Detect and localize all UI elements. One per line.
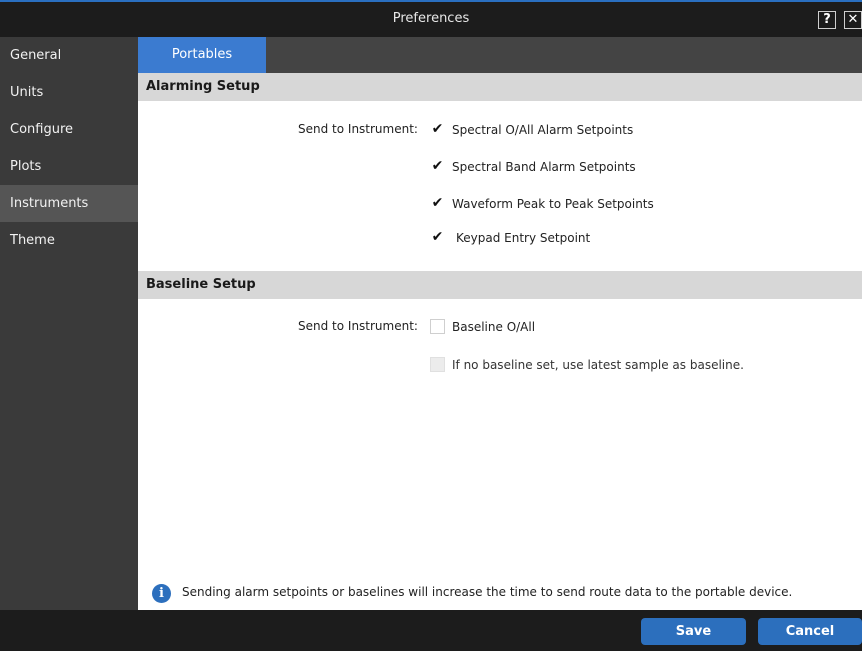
close-button[interactable]: ✕ <box>844 11 862 29</box>
sidebar: General Units Configure Plots Instrument… <box>0 37 138 610</box>
save-button[interactable]: Save <box>641 618 746 645</box>
sidebar-item-configure[interactable]: Configure <box>0 111 138 148</box>
option-label: Spectral O/All Alarm Setpoints <box>452 123 634 137</box>
footer-bar: Save Cancel <box>0 610 862 651</box>
window-title: Preferences <box>392 11 470 26</box>
tab-bar: Portables <box>138 37 862 73</box>
checkmark-icon[interactable]: ✔ <box>430 230 445 245</box>
checkmark-icon[interactable]: ✔ <box>430 159 445 174</box>
cancel-button[interactable]: Cancel <box>758 618 862 645</box>
checkmark-icon[interactable]: ✔ <box>430 122 445 137</box>
baseline-setup-header: Baseline Setup <box>138 271 862 299</box>
alarming-setup-header: Alarming Setup <box>138 73 862 101</box>
sidebar-item-general[interactable]: General <box>0 37 138 74</box>
option-label: Baseline O/All <box>452 320 536 334</box>
info-icon: i <box>152 584 171 603</box>
content-panel: Portables Alarming Setup Send to Instrum… <box>138 37 862 610</box>
checkbox[interactable] <box>430 319 445 334</box>
baseline-send-label: Send to Instrument: <box>298 319 418 333</box>
sidebar-item-theme[interactable]: Theme <box>0 222 138 259</box>
option-label: Keypad Entry Setpoint <box>456 231 591 245</box>
option-label: If no baseline set, use latest sample as… <box>452 358 744 372</box>
sidebar-item-instruments[interactable]: Instruments <box>0 185 138 222</box>
option-label: Spectral Band Alarm Setpoints <box>452 160 636 174</box>
checkmark-icon[interactable]: ✔ <box>430 196 445 211</box>
checkbox-disabled <box>430 357 445 372</box>
option-label: Waveform Peak to Peak Setpoints <box>452 197 654 211</box>
preferences-window: Preferences ? ✕ General Units Configure … <box>0 0 862 651</box>
help-button[interactable]: ? <box>818 11 836 29</box>
sidebar-item-plots[interactable]: Plots <box>0 148 138 185</box>
title-bar: Preferences ? ✕ <box>0 0 862 37</box>
tab-portables[interactable]: Portables <box>138 37 266 73</box>
sidebar-item-units[interactable]: Units <box>0 74 138 111</box>
info-message: Sending alarm setpoints or baselines wil… <box>182 585 793 599</box>
alarming-send-label: Send to Instrument: <box>298 122 418 136</box>
